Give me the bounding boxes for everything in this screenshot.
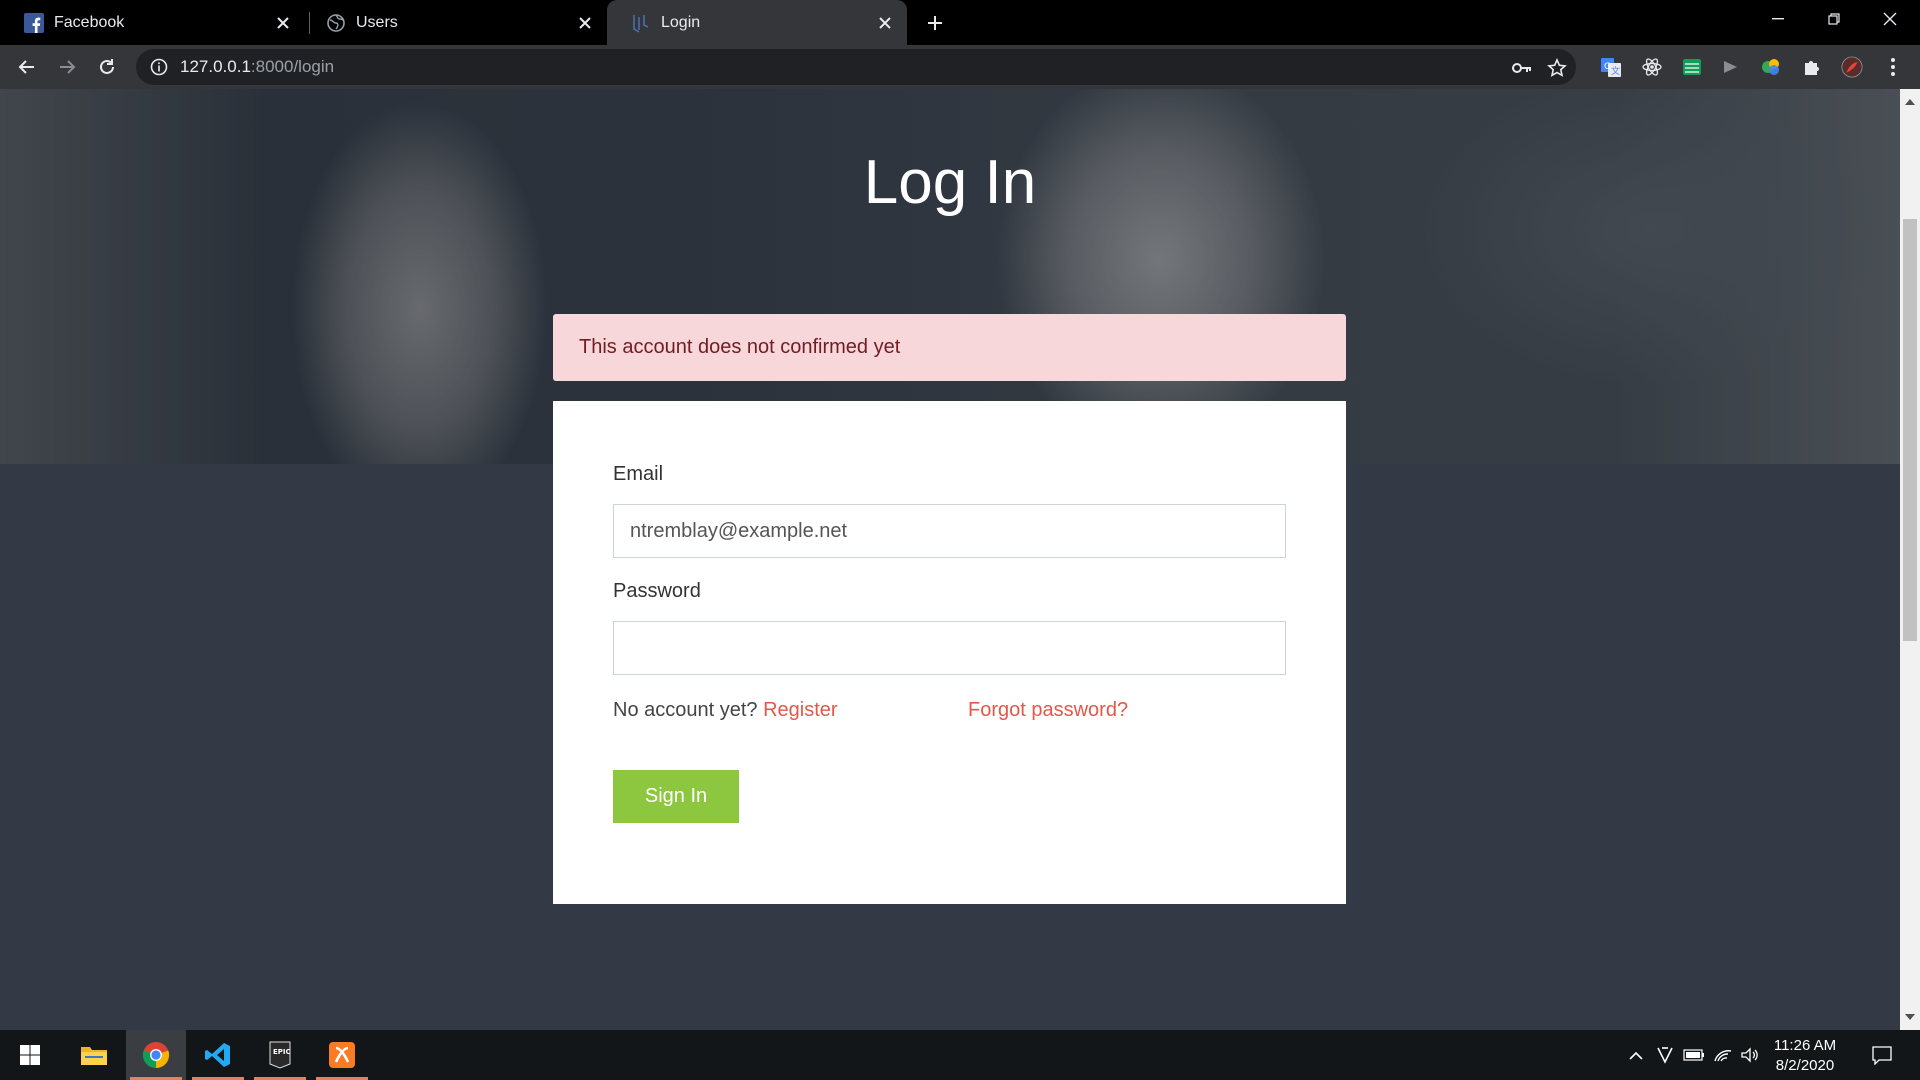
login-card: Email Password No account yet? Register … [553, 401, 1346, 904]
url-text: 127.0.0.1:8000/login [180, 57, 334, 77]
screen: Facebook Users Login 127.0.0.1:8000/logi… [0, 0, 1920, 1080]
clock-date: 8/2/2020 [1775, 1057, 1835, 1074]
globe-icon [326, 13, 346, 33]
url-path: :8000/login [250, 57, 335, 76]
google-translate-icon[interactable]: G文 [1600, 56, 1622, 78]
star-icon[interactable] [1546, 57, 1568, 79]
windows-start-icon [20, 1045, 40, 1065]
facebook-icon [24, 12, 44, 33]
svg-text:EPIC: EPIC [273, 1048, 291, 1056]
restore-button[interactable] [1806, 0, 1862, 38]
page-scrollbar[interactable] [1900, 89, 1920, 1030]
tab-users[interactable]: Users [302, 0, 607, 45]
register-link[interactable]: Register [763, 699, 837, 721]
email-label: Email [613, 463, 664, 485]
scroll-thumb[interactable] [1903, 219, 1917, 641]
file-explorer-icon [81, 1047, 107, 1065]
close-icon[interactable] [871, 9, 899, 37]
xampp-icon [329, 1042, 355, 1068]
browser-tab-strip: Facebook Users Login [0, 0, 1920, 45]
extensions-puzzle-icon[interactable] [1801, 56, 1823, 78]
arrow-left-icon [18, 60, 34, 74]
start-button[interactable] [0, 1030, 60, 1080]
chrome-menu-button[interactable] [1882, 56, 1904, 78]
laravel-icon [631, 13, 651, 33]
forward-button[interactable] [49, 49, 85, 85]
tab-label: Login [661, 13, 701, 31]
notification-center-button[interactable] [1862, 1030, 1902, 1080]
battery-icon [1683, 1049, 1704, 1061]
close-icon[interactable] [571, 9, 599, 37]
sign-in-button[interactable]: Sign In [613, 770, 739, 823]
chrome-icon [142, 1042, 170, 1069]
tab-label: Users [356, 13, 398, 31]
taskbar-vscode[interactable] [188, 1030, 248, 1080]
scroll-up-arrow-icon[interactable] [1905, 99, 1915, 105]
password-label: Password [613, 580, 701, 602]
close-window-button[interactable] [1862, 0, 1918, 38]
new-tab-button[interactable] [918, 6, 952, 40]
scroll-down-arrow-icon[interactable] [1905, 1014, 1915, 1020]
address-bar[interactable]: 127.0.0.1:8000/login [136, 49, 1576, 85]
page-viewport: Log In This account does not confirmed y… [0, 89, 1900, 1030]
svg-text:G: G [1604, 62, 1611, 72]
windows-taskbar: EPIC 11:26 AM 8/2/2020 [0, 1030, 1920, 1080]
vpn-icon [1657, 1047, 1673, 1064]
tray-vpn[interactable] [1652, 1030, 1678, 1080]
chevron-up-icon [1629, 1051, 1643, 1060]
register-prompt: No account yet? Register [613, 699, 838, 722]
minimize-icon [1772, 18, 1784, 20]
info-icon[interactable] [150, 58, 168, 76]
minimize-button[interactable] [1750, 0, 1806, 38]
tab-label: Facebook [54, 13, 125, 31]
clock-time: 11:26 AM [1773, 1037, 1837, 1054]
browser-toolbar: 127.0.0.1:8000/login G文 [0, 45, 1920, 89]
page-title: Log In [863, 148, 1037, 217]
taskbar-clock[interactable]: 11:26 AM 8/2/2020 [1762, 1036, 1848, 1076]
profile-avatar-icon[interactable] [1841, 56, 1863, 78]
key-icon[interactable] [1511, 57, 1533, 79]
tray-volume[interactable] [1737, 1030, 1763, 1080]
sheets-icon[interactable] [1681, 56, 1703, 78]
email-field[interactable] [613, 504, 1286, 558]
tab-facebook[interactable]: Facebook [0, 0, 305, 45]
tray-overflow-button[interactable] [1622, 1030, 1650, 1080]
close-icon[interactable] [269, 9, 297, 37]
plus-icon [928, 16, 942, 30]
reload-icon [100, 59, 114, 74]
vscode-icon [205, 1043, 230, 1067]
tab-login[interactable]: Login [607, 0, 907, 45]
taskbar-epic-games[interactable]: EPIC [250, 1030, 310, 1080]
taskbar-xampp[interactable] [312, 1030, 372, 1080]
speaker-icon [1741, 1047, 1758, 1063]
close-icon [1883, 12, 1897, 26]
notification-icon [1872, 1046, 1892, 1065]
taskbar-file-explorer[interactable] [64, 1030, 124, 1080]
cast-icon[interactable] [1719, 56, 1741, 78]
arrow-right-icon [60, 60, 76, 74]
kebab-menu-icon [1891, 58, 1895, 76]
tray-wifi[interactable] [1710, 1030, 1736, 1080]
tray-battery[interactable] [1680, 1030, 1708, 1080]
error-alert: This account does not confirmed yet [553, 314, 1346, 381]
epic-games-icon: EPIC [269, 1041, 291, 1069]
color-picker-icon[interactable] [1760, 56, 1782, 78]
wifi-icon [1714, 1050, 1732, 1062]
no-account-text: No account yet? [613, 699, 758, 721]
password-field[interactable] [613, 621, 1286, 675]
react-devtools-icon[interactable] [1641, 56, 1663, 78]
back-button[interactable] [9, 49, 45, 85]
forgot-password-link[interactable]: Forgot password? [968, 699, 1128, 722]
taskbar-chrome[interactable] [126, 1030, 186, 1080]
restore-icon [1828, 13, 1840, 25]
url-host: 127.0.0.1 [180, 57, 251, 76]
svg-text:文: 文 [1611, 65, 1620, 77]
reload-button[interactable] [89, 49, 125, 85]
